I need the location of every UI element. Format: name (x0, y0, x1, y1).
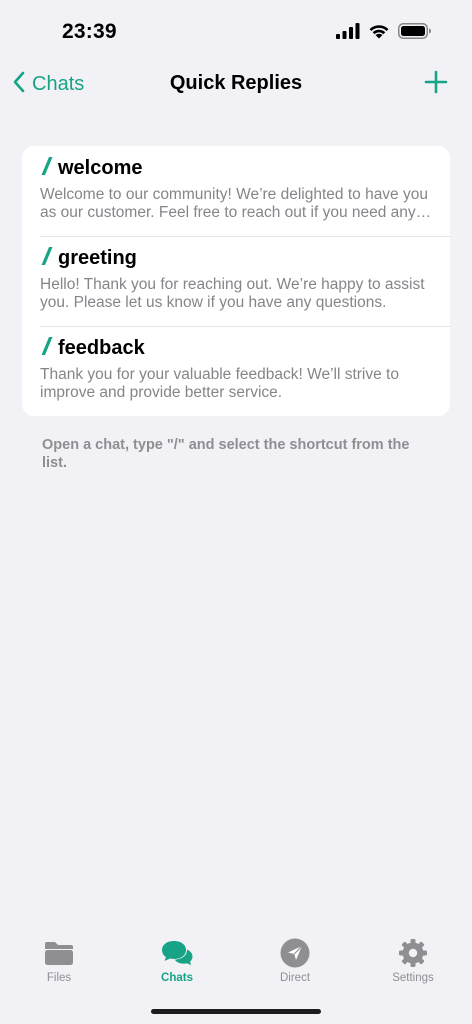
tab-label: Chats (161, 972, 193, 984)
reply-header: welcome (40, 156, 432, 180)
tab-settings[interactable]: Settings (373, 938, 453, 984)
navigation-bar: Chats Quick Replies (0, 60, 472, 108)
reply-shortcut: greeting (58, 246, 137, 269)
reply-header: greeting (40, 246, 432, 270)
cellular-signal-icon (336, 23, 360, 44)
tab-label: Direct (279, 972, 311, 984)
reply-header: feedback (40, 336, 432, 360)
reply-preview-text: Thank you for your valuable feedback! We… (40, 366, 399, 401)
list-item-feedback[interactable]: feedback Thank you for your valuable fee… (22, 326, 450, 416)
reply-shortcut: feedback (58, 336, 145, 359)
status-icons (336, 23, 432, 44)
quick-replies-list: welcome Welcome to our community! We’re … (22, 146, 450, 416)
status-bar: 23:39 (0, 0, 472, 60)
slash-icon (40, 156, 58, 181)
slash-icon (40, 246, 58, 271)
quick-replies-screen: 23:39 Chats Quick Replies welcome Welcom… (0, 0, 472, 1024)
folder-icon (19, 938, 99, 968)
tab-label: Files (46, 972, 72, 984)
tab-label: Settings (392, 972, 434, 984)
gear-icon (373, 938, 453, 968)
list-item-welcome[interactable]: welcome Welcome to our community! We’re … (22, 146, 450, 236)
slash-icon (40, 336, 58, 361)
list-item-greeting[interactable]: greeting Hello! Thank you for reaching o… (22, 236, 450, 326)
page-title: Quick Replies (169, 72, 303, 94)
status-time: 23:39 (62, 20, 117, 43)
reply-preview-text: Hello! Thank you for reaching out. We’re… (40, 276, 425, 311)
reply-preview-text: Welcome to our community! We’re delighte… (40, 186, 428, 221)
home-indicator[interactable] (151, 1009, 321, 1014)
reply-shortcut: welcome (58, 156, 143, 179)
battery-icon (398, 23, 432, 44)
tab-chats[interactable]: Chats (137, 938, 217, 984)
chat-bubbles-icon (137, 938, 217, 968)
usage-hint: Open a chat, type "/" and select the sho… (42, 437, 410, 471)
tab-direct[interactable]: Direct (255, 938, 335, 984)
paper-plane-icon (255, 938, 335, 968)
add-reply-button[interactable] (424, 70, 448, 99)
wifi-icon (368, 23, 390, 44)
plus-icon (424, 70, 448, 98)
tab-files[interactable]: Files (19, 938, 99, 984)
